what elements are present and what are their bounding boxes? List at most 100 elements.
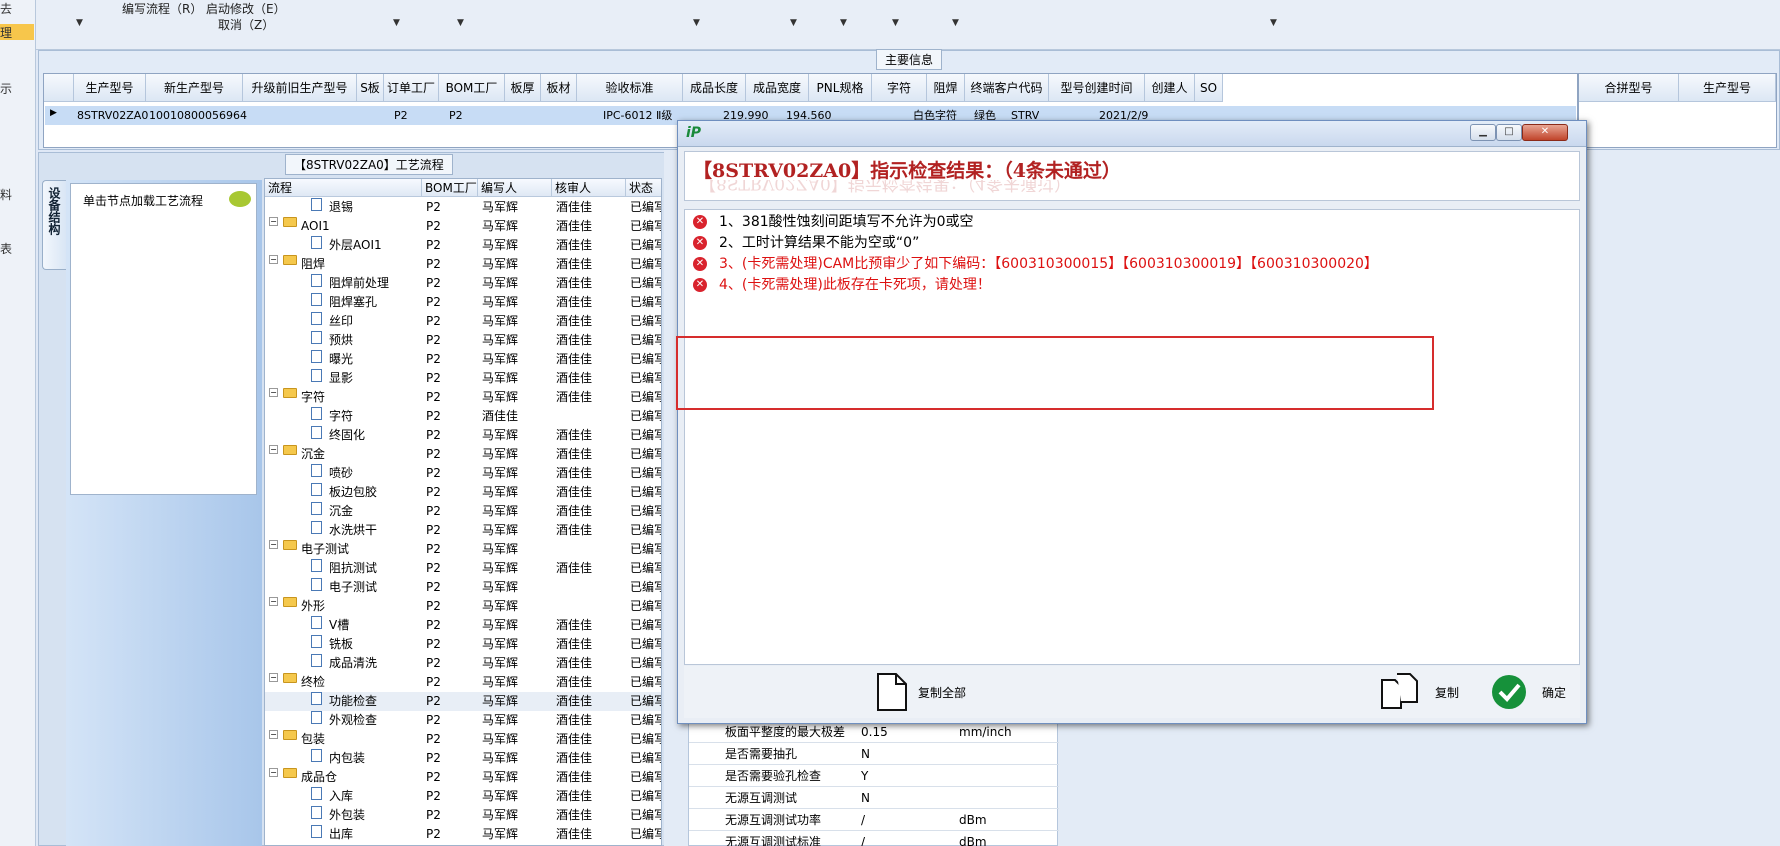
col-header[interactable]: PNL规格: [809, 74, 872, 102]
cell[interactable]: P2: [439, 107, 463, 125]
tree-row[interactable]: 外观检查 P2 马军辉 酒佳佳 已编写: [265, 711, 661, 730]
left-nav-item[interactable]: 示: [0, 80, 12, 97]
col-header[interactable]: 成品宽度: [746, 74, 809, 102]
cell[interactable]: IPC-6012 Ⅱ级: [600, 107, 672, 125]
tree-row[interactable]: 曝光 P2 马军辉 酒佳佳 已编写: [265, 350, 661, 369]
tree-row[interactable]: 电子测试 P2 马军辉 已编写: [265, 578, 661, 597]
dropdown-arrow-icon[interactable]: ▼: [693, 18, 700, 28]
tree-row[interactable]: 出库 P2 马军辉 酒佳佳 已编写: [265, 825, 661, 844]
col-header[interactable]: 核审人: [552, 179, 626, 197]
error-item[interactable]: ✕ 1、381酸性蚀刻间距填写不允许为0或空: [693, 212, 974, 232]
param-value[interactable]: Y: [861, 765, 868, 787]
minimize-button[interactable]: ▁: [1470, 124, 1496, 141]
dropdown-arrow-icon[interactable]: ▼: [892, 18, 899, 28]
col-header[interactable]: 合拼型号: [1579, 74, 1679, 102]
col-header[interactable]: 验收标准: [577, 74, 683, 102]
tree-row[interactable]: −外形P2马军辉已编写: [265, 597, 661, 616]
param-value[interactable]: N: [861, 743, 870, 765]
cell[interactable]: P2: [384, 107, 408, 125]
error-item[interactable]: ✕ 2、工时计算结果不能为空或“0”: [693, 233, 919, 253]
tree-row[interactable]: 退锡 P2 马军辉 酒佳佳 已编写: [265, 198, 661, 217]
tree-row[interactable]: −电子测试P2马军辉已编写: [265, 540, 661, 559]
tree-row[interactable]: −包装P2马军辉酒佳佳已编写: [265, 730, 661, 749]
col-header[interactable]: 状态: [626, 179, 661, 197]
dropdown-arrow-icon[interactable]: ▼: [76, 18, 83, 28]
tree-row[interactable]: 终固化 P2 马军辉 酒佳佳 已编写: [265, 426, 661, 445]
tree-row[interactable]: −AOI1P2马军辉酒佳佳已编写: [265, 217, 661, 236]
tree-row[interactable]: 显影 P2 马军辉 酒佳佳 已编写: [265, 369, 661, 388]
col-header[interactable]: SO: [1195, 74, 1223, 102]
menu-edit-flow[interactable]: 编写流程（R）: [122, 0, 202, 17]
tree-row[interactable]: 字符 P2 酒佳佳 已编写: [265, 407, 661, 426]
col-header[interactable]: 新生产型号: [146, 74, 243, 102]
menu-start-modify[interactable]: 启动修改（E）: [206, 0, 286, 17]
col-header[interactable]: 板材: [541, 74, 577, 102]
dropdown-arrow-icon[interactable]: ▼: [457, 18, 464, 28]
tree-row[interactable]: −阻焊P2马军辉酒佳佳已编写: [265, 255, 661, 274]
tree-row[interactable]: 板边包胶 P2 马军辉 酒佳佳 已编写: [265, 483, 661, 502]
col-header[interactable]: 创建人: [1145, 74, 1195, 102]
param-row[interactable]: 是否需要验孔检查 Y: [689, 765, 1059, 787]
param-value[interactable]: N: [861, 787, 870, 809]
left-nav-label[interactable]: 去: [0, 0, 12, 17]
tree-row[interactable]: 入库 P2 马军辉 酒佳佳 已编写: [265, 787, 661, 806]
col-header[interactable]: BOM工厂: [439, 74, 505, 102]
col-header[interactable]: 升级前旧生产型号: [243, 74, 357, 102]
dropdown-arrow-icon[interactable]: ▼: [393, 18, 400, 28]
ok-button[interactable]: 确定: [1490, 672, 1566, 712]
menu-cancel[interactable]: 取消（Z）: [218, 16, 274, 33]
tree-row[interactable]: 外包装 P2 马军辉 酒佳佳 已编写: [265, 806, 661, 825]
param-value[interactable]: /: [861, 831, 865, 846]
col-header[interactable]: 生产型号: [1679, 74, 1776, 102]
left-nav-item[interactable]: 表: [0, 240, 12, 257]
tree-row[interactable]: 铣板 P2 马军辉 酒佳佳 已编写: [265, 635, 661, 654]
col-header[interactable]: BOM工厂: [422, 179, 478, 197]
tree-row[interactable]: −沉金P2马军辉酒佳佳已编写: [265, 445, 661, 464]
col-header[interactable]: 编写人: [478, 179, 552, 197]
param-row[interactable]: 是否需要抽孔 N: [689, 743, 1059, 765]
param-value[interactable]: 0.15: [861, 721, 888, 743]
col-header[interactable]: 型号创建时间: [1049, 74, 1145, 102]
close-button[interactable]: ✕: [1522, 124, 1568, 141]
tree-row[interactable]: −字符P2马军辉酒佳佳已编写: [265, 388, 661, 407]
tree-row[interactable]: 阻抗测试 P2 马军辉 酒佳佳 已编写: [265, 559, 661, 578]
tree-row[interactable]: 成品清洗 P2 马军辉 酒佳佳 已编写: [265, 654, 661, 673]
tree-row[interactable]: 喷砂 P2 马军辉 酒佳佳 已编写: [265, 464, 661, 483]
col-header[interactable]: 生产型号: [74, 74, 146, 102]
left-nav-item-active[interactable]: 理: [0, 24, 34, 40]
error-item[interactable]: ✕ 3、(卡死需处理)CAM比预审少了如下编码：【600310300015】【60…: [693, 254, 1378, 274]
tree-row[interactable]: −成品仓P2马军辉酒佳佳已编写: [265, 768, 661, 787]
error-item[interactable]: ✕ 4、(卡死需处理)此板存在卡死项，请处理！: [693, 275, 991, 295]
param-row[interactable]: 无源互调测试功率 / dBm: [689, 809, 1059, 831]
dropdown-arrow-icon[interactable]: ▼: [790, 18, 797, 28]
col-header[interactable]: 终端客户代码: [965, 74, 1049, 102]
col-header[interactable]: 订单工厂: [384, 74, 439, 102]
cell[interactable]: 10010800056964: [146, 107, 247, 125]
maximize-button[interactable]: □: [1496, 124, 1522, 141]
col-header[interactable]: 成品长度: [683, 74, 746, 102]
tree-row[interactable]: 外层AOI1 P2 马军辉 酒佳佳 已编写: [265, 236, 661, 255]
dropdown-arrow-icon[interactable]: ▼: [952, 18, 959, 28]
copy-button[interactable]: 复制: [1379, 672, 1459, 712]
param-value[interactable]: /: [861, 809, 865, 831]
tab-equipment-structure[interactable]: 设备结构: [42, 180, 66, 270]
param-row[interactable]: 无源互调测试标准 / dBm: [689, 831, 1059, 846]
col-header[interactable]: 阻焊: [927, 74, 965, 102]
col-header[interactable]: 流程: [265, 179, 422, 197]
dropdown-arrow-icon[interactable]: ▼: [840, 18, 847, 28]
col-header[interactable]: 板厚: [505, 74, 541, 102]
param-row[interactable]: 无源互调测试 N: [689, 787, 1059, 809]
tree-row[interactable]: 沉金 P2 马军辉 酒佳佳 已编写: [265, 502, 661, 521]
col-header[interactable]: 字符: [872, 74, 927, 102]
dropdown-arrow-icon[interactable]: ▼: [1270, 18, 1277, 28]
tree-row[interactable]: 功能检查 P2 马军辉 酒佳佳 已编写: [265, 692, 661, 711]
tree-row[interactable]: V槽 P2 马军辉 酒佳佳 已编写: [265, 616, 661, 635]
tree-row[interactable]: 阻焊前处理 P2 马军辉 酒佳佳 已编写: [265, 274, 661, 293]
tree-row[interactable]: −终检P2马军辉酒佳佳已编写: [265, 673, 661, 692]
cell[interactable]: 8STRV02ZA0: [74, 107, 148, 125]
tree-row[interactable]: 丝印 P2 马军辉 酒佳佳 已编写: [265, 312, 661, 331]
left-nav-item[interactable]: 料: [0, 186, 12, 203]
tree-row[interactable]: 内包装 P2 马军辉 酒佳佳 已编写: [265, 749, 661, 768]
param-row[interactable]: 板面平整度的最大极差 0.15 mm/inch: [689, 721, 1059, 743]
copy-all-button[interactable]: 复制全部: [874, 672, 966, 712]
